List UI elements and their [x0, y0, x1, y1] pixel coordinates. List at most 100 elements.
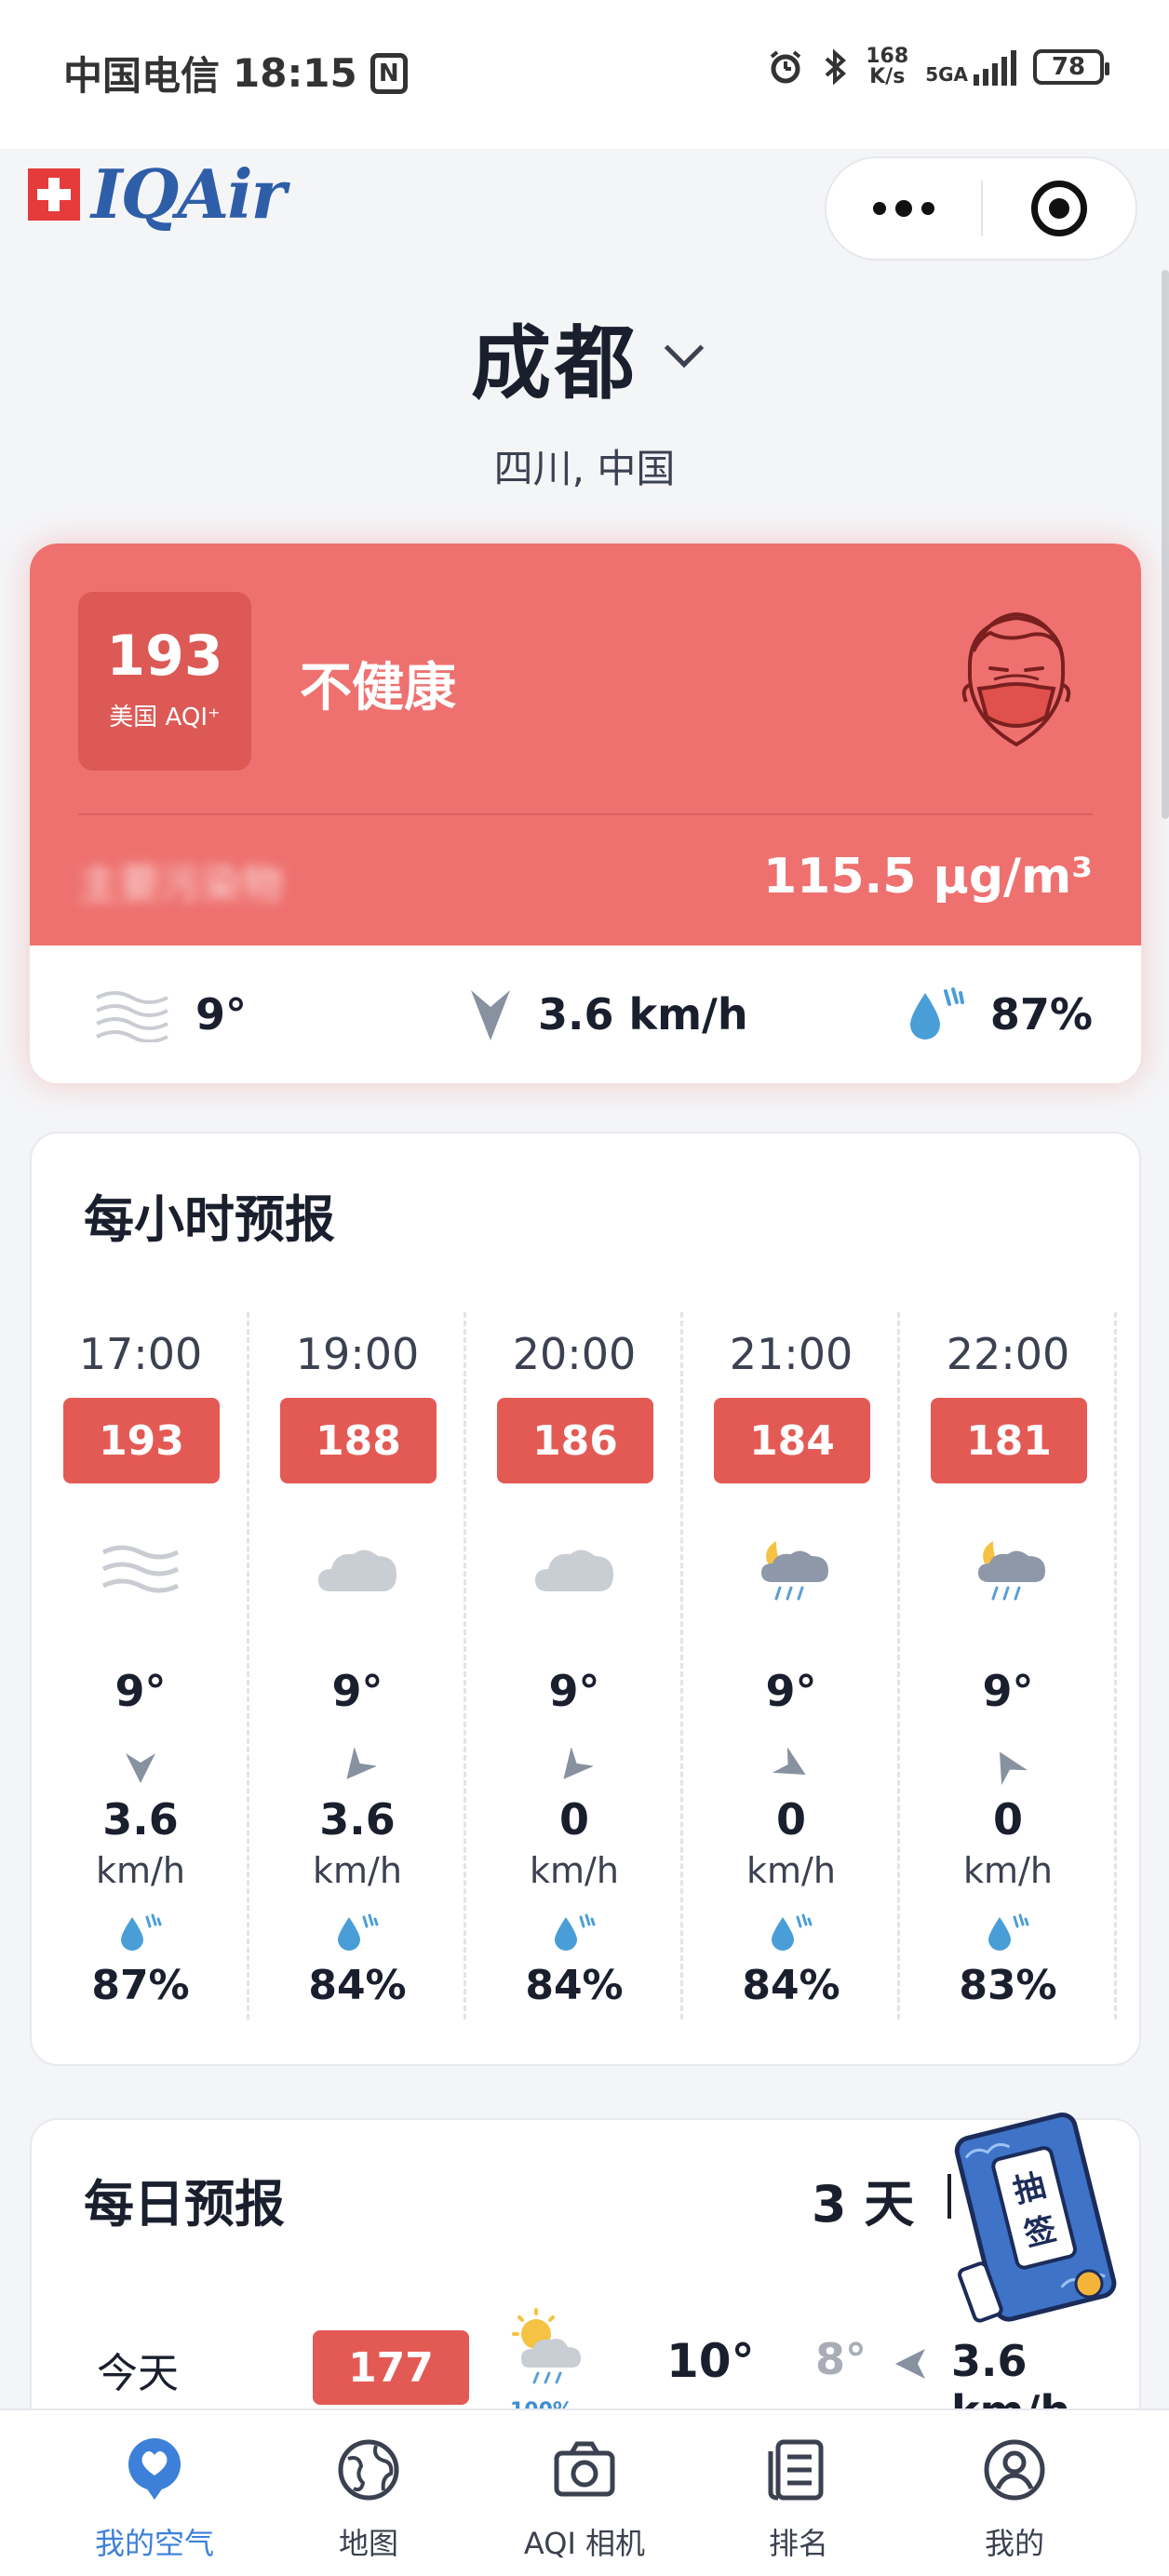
- wind-direction-icon: [563, 1748, 593, 1779]
- night-rain-icon: [961, 1532, 1055, 1606]
- hour-aqi-badge: 193: [63, 1398, 220, 1483]
- daily-range-label[interactable]: 3 天: [812, 2163, 914, 2236]
- wind-haze-icon: [94, 1532, 187, 1606]
- battery-icon: 78: [1033, 49, 1109, 85]
- aqi-card[interactable]: 193 美国 AQI⁺ 不健康 主要污染物 115.5 µg/m³ 9° 3.6…: [30, 543, 1141, 1083]
- hour-wind-unit: km/h: [313, 1850, 402, 1891]
- hour-time: 19:00: [295, 1329, 420, 1379]
- nav-profile[interactable]: 我的: [921, 2436, 1108, 2563]
- temperature-value: 9°: [195, 989, 248, 1040]
- hour-time: 17:00: [78, 1329, 203, 1379]
- battery-level: 78: [1051, 53, 1086, 81]
- hourly-item[interactable]: 20:00 186 9° 0 km/h 84%: [465, 1312, 683, 2019]
- target-icon: [1030, 181, 1087, 236]
- city-name[interactable]: 成都: [471, 298, 638, 414]
- profile-icon: [984, 2439, 1045, 2501]
- face-mask-icon: [961, 611, 1071, 747]
- hour-aqi-badge: 188: [280, 1398, 437, 1483]
- network-speed: 168 K/s: [866, 47, 908, 87]
- logo-text: IQAir: [91, 154, 287, 234]
- hour-time: 22:00: [946, 1329, 1070, 1379]
- nfc-icon: N: [370, 52, 408, 94]
- wind-direction-icon: [773, 1748, 806, 1775]
- hour-humidity: 84%: [308, 1962, 407, 2009]
- dot-icon: [873, 202, 886, 215]
- hour-temperature: 9°: [982, 1666, 1034, 1716]
- hourly-title: 每小时预报: [84, 1190, 335, 1249]
- nav-map[interactable]: 地图: [275, 2436, 462, 2563]
- hourly-forecast-card[interactable]: 每小时预报 17:00 193 9° 3.6 km/h 87% 19:00 188 9° 3.6 k…: [30, 1132, 1141, 2066]
- aqi-divider: [78, 813, 1093, 815]
- humidity-value: 87%: [989, 989, 1093, 1040]
- dot-icon: [895, 200, 912, 217]
- hour-humidity: 87%: [91, 1962, 190, 2009]
- bluetooth-icon: [825, 48, 847, 86]
- hour-wind-unit: km/h: [96, 1850, 185, 1891]
- hour-aqi-badge: 184: [714, 1398, 870, 1483]
- humidity-icon: [338, 1913, 379, 1951]
- humidity-icon: [988, 1913, 1029, 1951]
- bottom-nav: 我的空气 地图 AQI 相机 排名 我的: [0, 2408, 1169, 2576]
- ranking-list-icon: [768, 2439, 824, 2501]
- fortune-stick-button[interactable]: 抽 签: [949, 2105, 1126, 2347]
- cloud-icon: [528, 1532, 621, 1606]
- wind-direction-icon: [895, 2349, 925, 2379]
- chevron-down-icon[interactable]: [664, 328, 705, 368]
- hourly-item[interactable]: 22:00 181 9° 0 km/h 83%: [899, 1312, 1117, 2019]
- network-indicator: 5GA: [925, 48, 1016, 86]
- wind-cell: 3.6 km/h: [467, 986, 748, 1042]
- heart-location-icon: [128, 2438, 181, 2500]
- aqi-badge: 193 美国 AQI⁺: [78, 592, 251, 771]
- hour-time: 20:00: [512, 1329, 637, 1379]
- hour-temperature: 9°: [114, 1666, 167, 1716]
- hour-humidity: 84%: [742, 1962, 840, 2009]
- speed-unit: K/s: [869, 65, 906, 88]
- nav-aqi-camera[interactable]: AQI 相机: [491, 2436, 678, 2563]
- hour-wind-speed: 0: [558, 1794, 589, 1845]
- hour-humidity: 84%: [525, 1962, 624, 2009]
- hourly-item[interactable]: 19:00 188 9° 3.6 km/h 84%: [249, 1312, 466, 2019]
- temperature-cell: 9°: [93, 986, 247, 1042]
- hour-wind-speed: 0: [775, 1794, 806, 1845]
- nav-label: 排名: [768, 2526, 828, 2561]
- close-miniprogram-button[interactable]: [983, 158, 1135, 259]
- nav-ranking[interactable]: 排名: [705, 2436, 892, 2563]
- dot-icon: [921, 202, 934, 215]
- city-selector[interactable]: 成都: [0, 298, 1169, 414]
- nav-label: 我的空气: [94, 2526, 214, 2561]
- hour-temperature: 9°: [331, 1666, 383, 1716]
- hour-temperature: 9°: [548, 1666, 600, 1716]
- hour-temperature: 9°: [765, 1666, 817, 1716]
- humidity-icon: [909, 987, 964, 1040]
- hour-humidity: 83%: [959, 1962, 1057, 2009]
- humidity-cell: 87%: [905, 984, 1093, 1045]
- nav-label: 我的: [984, 2526, 1044, 2561]
- day-label: 今天: [97, 2350, 179, 2397]
- humidity-icon: [121, 1913, 162, 1951]
- nav-label: AQI 相机: [523, 2526, 646, 2561]
- swiss-cross-icon: [28, 168, 80, 221]
- carrier-label: 中国电信: [63, 53, 221, 99]
- nav-my-air[interactable]: 我的空气: [61, 2436, 248, 2563]
- network-type: 5GA: [925, 63, 968, 86]
- night-rain-icon: [745, 1532, 838, 1606]
- cloud-icon: [311, 1532, 404, 1606]
- day-aqi-badge: 177: [313, 2330, 469, 2405]
- day-high-temp: 10°: [666, 2334, 755, 2388]
- wind-direction-icon: [346, 1748, 376, 1779]
- status-bar: 中国电信 18:15 N 168 K/s 5GA 78: [0, 0, 1169, 149]
- hourly-item[interactable]: 21:00 184 9° 0 km/h 84%: [682, 1312, 900, 2019]
- signal-strength-icon: [974, 48, 1016, 86]
- wind-direction-icon: [126, 1753, 155, 1783]
- status-left: 中国电信 18:15 N: [63, 45, 408, 101]
- hour-wind-unit: km/h: [530, 1850, 619, 1891]
- more-options-button[interactable]: [826, 158, 981, 259]
- hour-wind-speed: 3.6: [102, 1794, 179, 1845]
- humidity-icon: [772, 1913, 813, 1951]
- aqi-label: 美国 AQI⁺: [109, 704, 221, 731]
- day-low-temp: 8°: [815, 2334, 867, 2384]
- wind-value: 3.6 km/h: [538, 989, 748, 1040]
- humidity-icon: [555, 1913, 596, 1951]
- clock: 18:15: [233, 50, 357, 96]
- hourly-item[interactable]: 17:00 193 9° 3.6 km/h 87%: [32, 1312, 249, 2019]
